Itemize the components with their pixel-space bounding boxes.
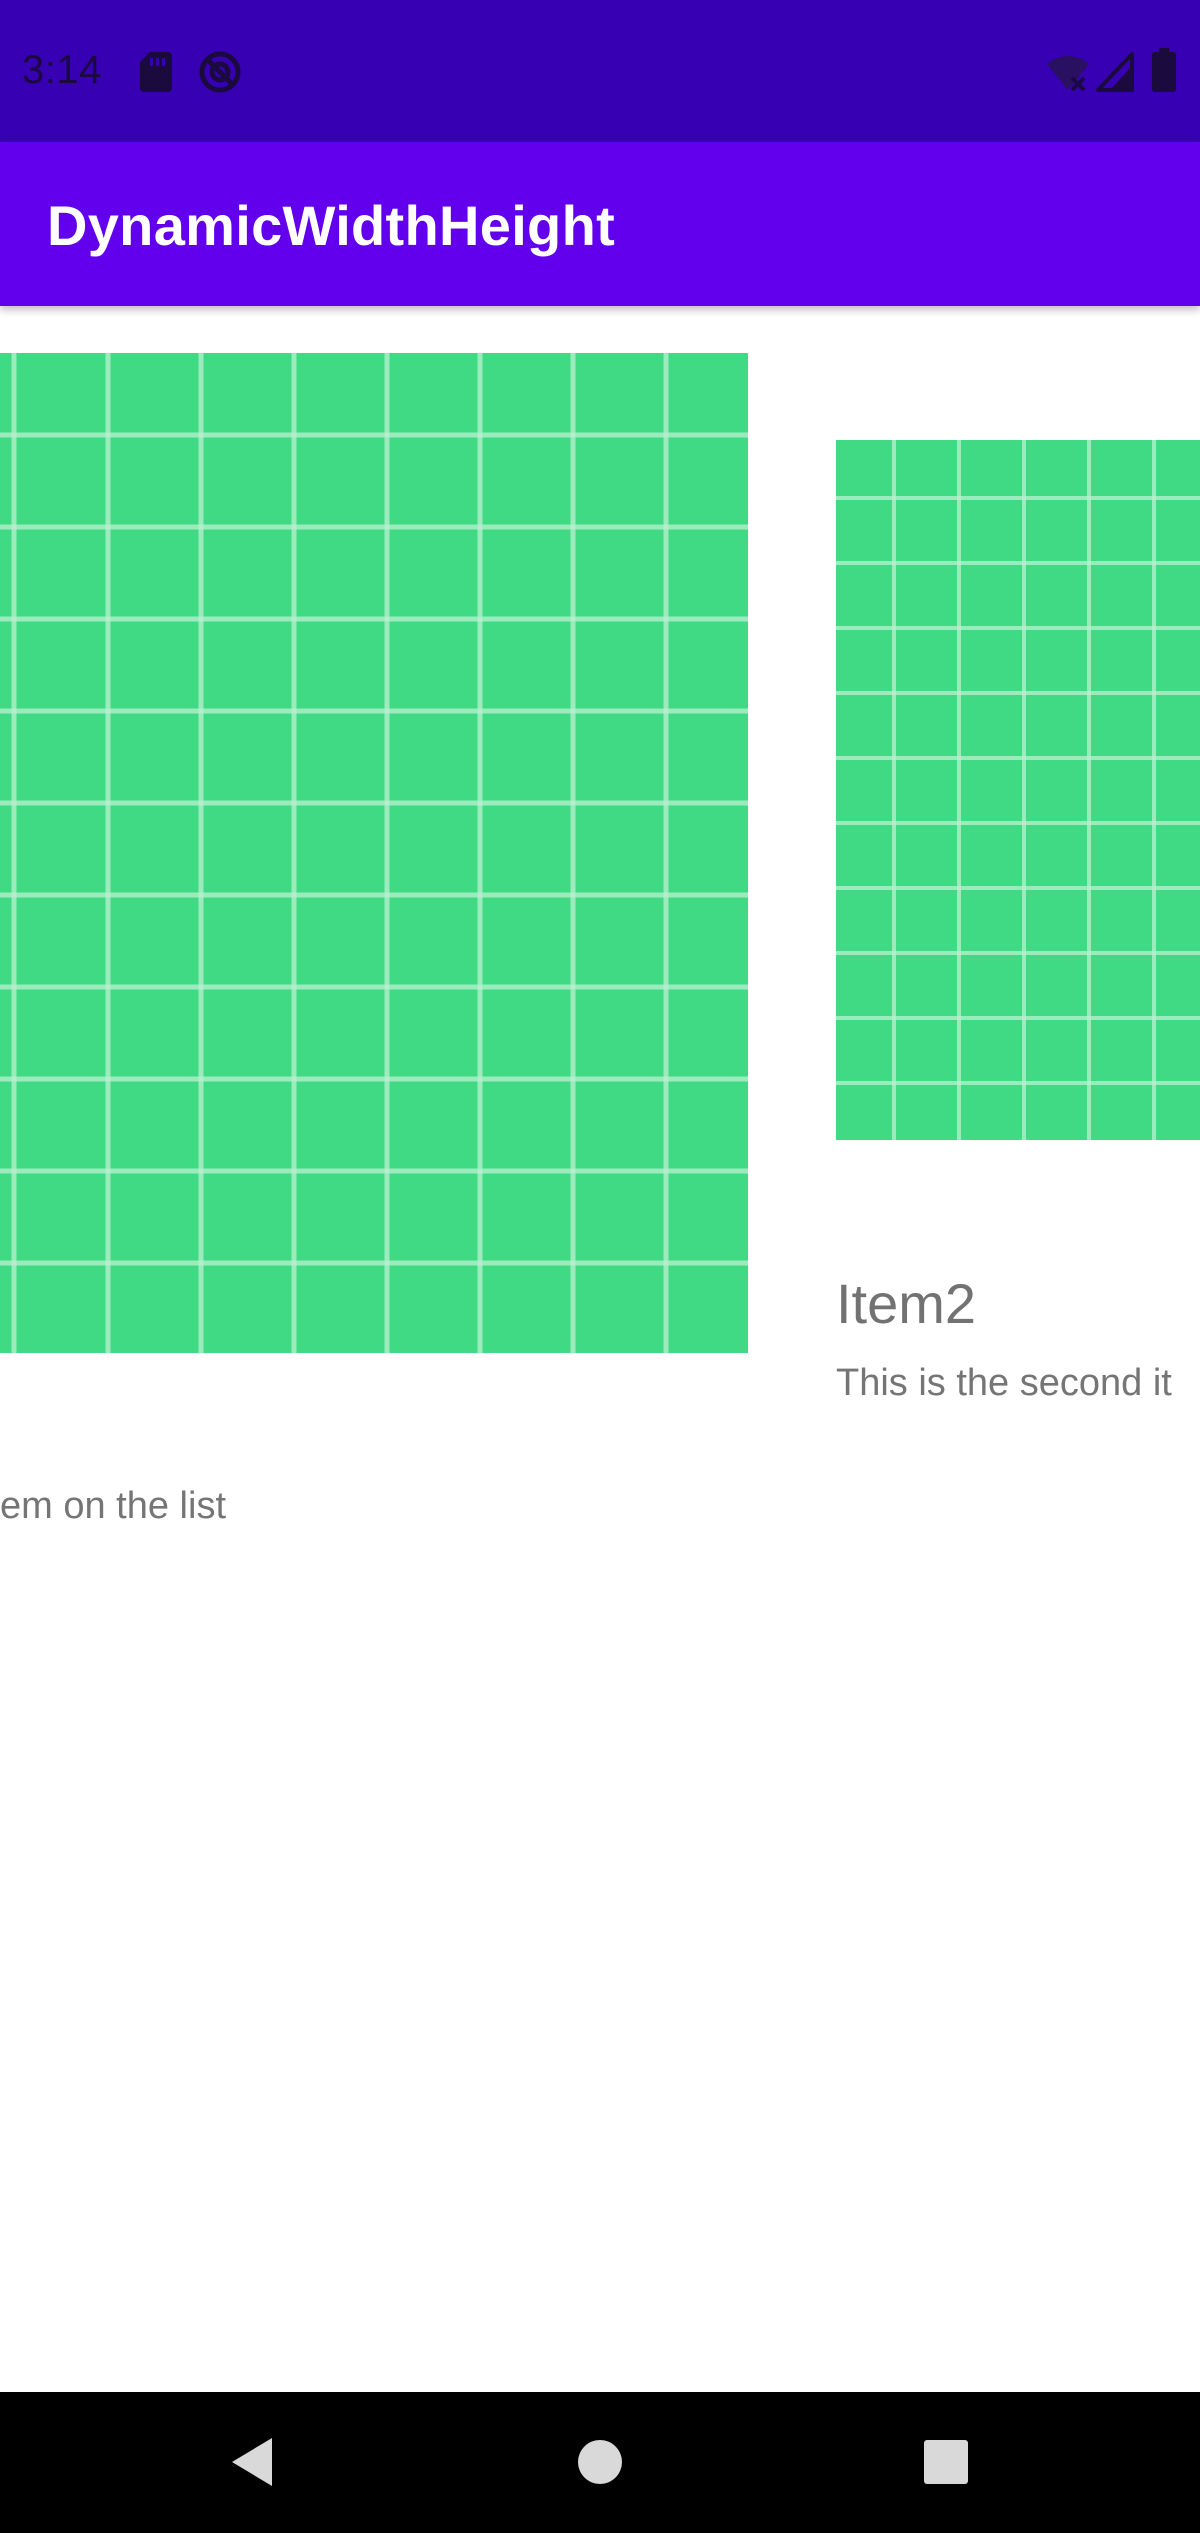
app-bar: DynamicWidthHeight bbox=[0, 142, 1200, 306]
battery-icon bbox=[1152, 48, 1176, 97]
do-not-disturb-icon bbox=[198, 50, 242, 99]
back-icon[interactable] bbox=[222, 2430, 286, 2494]
item-description: This is the second it bbox=[836, 1362, 1172, 1404]
item-title: Item2 bbox=[836, 1272, 977, 1335]
item-description: em on the list bbox=[0, 1485, 226, 1527]
home-icon[interactable] bbox=[568, 2430, 632, 2494]
app-screen: 3:14 DynamicWidthHeight em on the list I… bbox=[0, 0, 1200, 2533]
app-title: DynamicWidthHeight bbox=[47, 194, 616, 257]
wifi-off-icon bbox=[1046, 54, 1090, 97]
cell-signal-icon bbox=[1096, 52, 1134, 97]
navigation-bar bbox=[0, 2392, 1200, 2533]
horizontal-item-list[interactable]: em on the list Item2 This is the second … bbox=[0, 306, 1200, 2392]
item-image bbox=[0, 353, 748, 1353]
item-image bbox=[836, 440, 1200, 1140]
status-time: 3:14 bbox=[22, 48, 102, 92]
status-bar: 3:14 bbox=[0, 0, 1200, 142]
recents-icon[interactable] bbox=[914, 2430, 978, 2494]
sd-card-icon bbox=[140, 52, 172, 97]
list-item[interactable]: Item2 This is the second it bbox=[836, 306, 1200, 1506]
list-item[interactable]: em on the list bbox=[0, 306, 760, 1606]
